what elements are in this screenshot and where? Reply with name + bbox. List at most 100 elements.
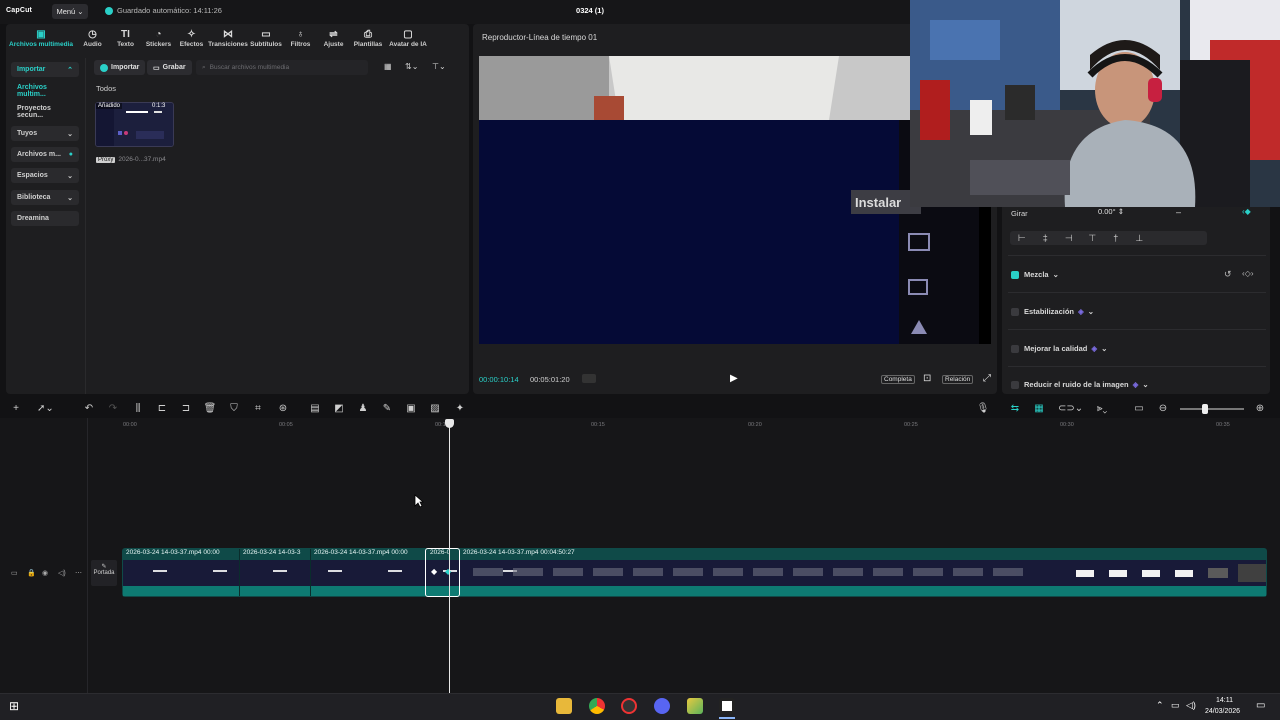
zoom-fit-icon[interactable]: ⊡	[923, 373, 931, 384]
tab-adjust[interactable]: ⇌ Ajuste	[317, 25, 350, 55]
clock-time[interactable]: 14:11	[1216, 697, 1233, 704]
preview-axis-icon[interactable]: ⫸⌄	[1090, 402, 1114, 416]
tab-media[interactable]: ▣ Archivos multimedia	[6, 25, 76, 55]
search-input[interactable]: ⌕ Buscar archivos multimedia	[196, 60, 368, 75]
sort-icon[interactable]: ⇅⌄	[405, 62, 418, 71]
playhead-handle[interactable]	[445, 419, 454, 428]
magnet-icon[interactable]: ⇆	[1008, 402, 1022, 416]
tab-templates[interactable]: ⎙ Plantillas	[350, 25, 386, 55]
sidebar-item-dreamina[interactable]: Dreamina	[11, 211, 79, 226]
align-center-h-icon[interactable]: ‡	[1034, 233, 1058, 243]
ai-icon[interactable]: ✦	[453, 402, 467, 416]
filter-icon[interactable]: ⊤⌄	[432, 62, 446, 71]
eye-icon[interactable]: ◉	[42, 569, 48, 577]
sidebar-item-yours[interactable]: Tuyos ⌄	[11, 126, 79, 141]
import-button[interactable]: Importar	[94, 60, 146, 75]
microphone-icon[interactable]: 🎙	[976, 402, 990, 416]
minus-icon[interactable]: –	[1176, 207, 1181, 217]
image-icon[interactable]: ▨	[428, 402, 442, 416]
magic-icon[interactable]: ✎	[380, 402, 394, 416]
timecode-icon[interactable]	[582, 374, 596, 383]
capcut-icon[interactable]	[719, 698, 735, 714]
sidebar-item-media-cloud[interactable]: Archivos m... ●	[11, 147, 79, 162]
add-track-icon[interactable]: +	[9, 402, 23, 416]
windows-start-icon[interactable]: ⊞	[9, 699, 19, 713]
cutout-icon[interactable]: ♟	[356, 402, 370, 416]
network-icon[interactable]: ▭	[1171, 700, 1180, 711]
grid-view-icon[interactable]: ▦	[384, 62, 392, 71]
rotate-input[interactable]: 0.00° ⇕	[1098, 207, 1148, 219]
more-icon[interactable]: ⋯	[75, 569, 82, 577]
tab-effects[interactable]: ✧ Efectos	[175, 25, 208, 55]
cover-button[interactable]: ✎ Portada	[91, 560, 117, 586]
sidebar-item-library[interactable]: Biblioteca ⌄	[11, 190, 79, 205]
blend-checkbox[interactable]	[1011, 271, 1019, 279]
keyframe-icon[interactable]: ◆	[431, 567, 437, 576]
linkage-icon[interactable]: ⊂⊃⌄	[1058, 402, 1083, 416]
tab-filters[interactable]: ♁ Filtros	[284, 25, 317, 55]
time-tick: 00:35	[1216, 422, 1230, 428]
sidebar-item-import[interactable]: Importar ⌃	[11, 62, 79, 77]
sidebar-item-media-files[interactable]: Archivos multim...	[11, 83, 79, 98]
track-collapse-icon[interactable]: ▭	[11, 569, 18, 577]
zoom-slider-handle[interactable]	[1202, 404, 1208, 414]
fullscreen-icon[interactable]: ⤢	[983, 373, 991, 384]
notification-icon[interactable]: ▭	[1256, 700, 1265, 711]
bluestacks-icon[interactable]	[687, 698, 703, 714]
denoise-checkbox[interactable]	[1011, 381, 1019, 389]
zoom-out-icon[interactable]: ⊖	[1156, 402, 1170, 416]
play-button[interactable]: ▶	[730, 373, 742, 385]
sidebar-item-subprojects[interactable]: Proyectos secun...	[11, 104, 79, 119]
menu-button[interactable]: Menú ⌄	[52, 4, 88, 19]
reverse-icon[interactable]: ◩	[332, 402, 346, 416]
zoom-slider[interactable]	[1180, 408, 1244, 410]
enhance-checkbox[interactable]	[1011, 345, 1019, 353]
freeze-icon[interactable]: ▤	[308, 402, 322, 416]
shield-icon[interactable]: ⛉	[227, 402, 241, 416]
stabilize-checkbox[interactable]	[1011, 308, 1019, 316]
record-button[interactable]: ▭ Grabar	[147, 60, 192, 75]
chrome-icon[interactable]	[589, 698, 605, 714]
complete-button[interactable]: Completa	[881, 375, 915, 384]
chevron-up-icon[interactable]: ⌃	[1156, 700, 1164, 711]
file-explorer-icon[interactable]	[556, 698, 572, 714]
caption-icon[interactable]: ▣	[404, 402, 418, 416]
keyframe-icon[interactable]: ‹◆	[1242, 207, 1251, 216]
select-tool-icon[interactable]: ➚⌄	[37, 402, 54, 416]
tab-text[interactable]: TI Texto	[109, 25, 142, 55]
clock-date[interactable]: 24/03/2026	[1205, 708, 1240, 715]
avatar-icon: ▢	[403, 29, 413, 40]
obs-icon[interactable]	[621, 698, 637, 714]
tab-audio[interactable]: ◷ Audio	[76, 25, 109, 55]
tab-stickers[interactable]: ◔ Stickers	[142, 25, 175, 55]
split-icon[interactable]: ⫼	[131, 402, 145, 416]
align-left-icon[interactable]: ⊢	[1010, 233, 1034, 244]
redo-icon[interactable]: ↷	[106, 402, 120, 416]
tab-captions[interactable]: ▭ Subtítulos	[248, 25, 284, 55]
lock-icon[interactable]: 🔒	[27, 569, 36, 577]
playhead[interactable]	[449, 420, 450, 693]
volume-icon[interactable]: ◁)	[1186, 700, 1196, 711]
reset-icon[interactable]: ↺	[1224, 269, 1232, 280]
zoom-in-icon[interactable]: ⊕	[1253, 402, 1267, 416]
link-clips-icon[interactable]: ▦	[1032, 402, 1046, 416]
align-right-icon[interactable]: ⊣	[1057, 233, 1081, 244]
search-icon: ⌕	[202, 63, 206, 71]
discord-icon[interactable]	[654, 698, 670, 714]
tab-ai-avatar[interactable]: ▢ Avatar de IA	[386, 25, 430, 55]
split-left-icon[interactable]: ⊏	[155, 402, 169, 416]
align-bottom-icon[interactable]: ⊥	[1128, 233, 1152, 244]
align-top-icon[interactable]: ⊤	[1081, 233, 1105, 244]
undo-icon[interactable]: ↶	[82, 402, 96, 416]
speed-icon[interactable]: ⊛	[276, 402, 290, 416]
fit-timeline-icon[interactable]: ▭	[1132, 402, 1146, 416]
split-right-icon[interactable]: ⊐	[179, 402, 193, 416]
delete-icon[interactable]: 🗑	[203, 402, 217, 416]
crop-icon[interactable]: ⌗	[251, 402, 265, 416]
ratio-button[interactable]: Relación	[942, 375, 974, 384]
keyframe-icon[interactable]: ‹◇›	[1242, 269, 1253, 278]
sidebar-item-spaces[interactable]: Espacios ⌄	[11, 168, 79, 183]
tab-transitions[interactable]: ⋈ Transiciones	[208, 25, 248, 55]
speaker-icon[interactable]: ◁)	[58, 569, 66, 577]
align-center-v-icon[interactable]: †	[1104, 233, 1128, 243]
